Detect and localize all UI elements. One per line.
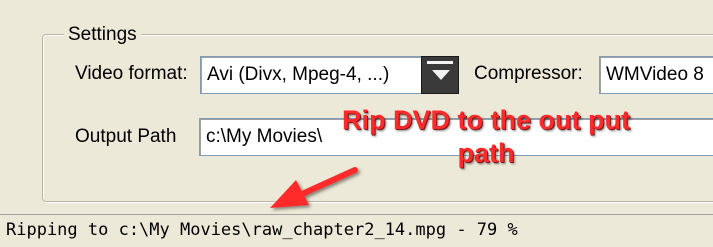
settings-window: Settings Video format: Avi (Divx, Mpeg-4…	[0, 0, 713, 214]
status-bar: Ripping to c:\My Movies\raw_chapter2_14.…	[0, 214, 713, 247]
status-text: Ripping to c:\My Movies\raw_chapter2_14.…	[6, 220, 518, 240]
red-arrow-icon	[270, 167, 358, 208]
